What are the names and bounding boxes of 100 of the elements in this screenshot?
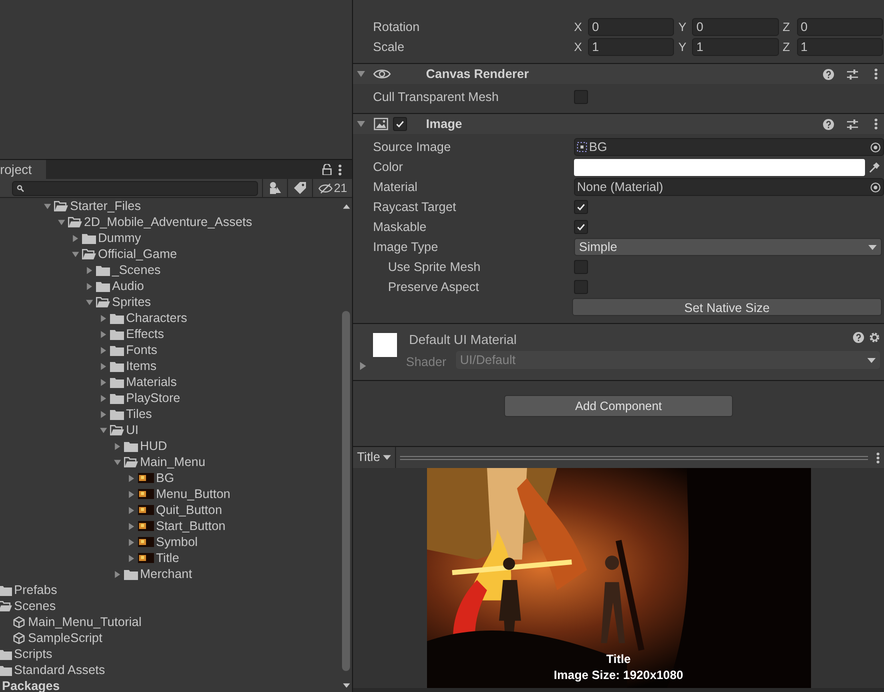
expand-arrow[interactable] [100, 362, 107, 370]
object-picker-icon[interactable] [870, 142, 881, 152]
more-options-icon[interactable] [338, 164, 342, 176]
number-field[interactable]: 1 [588, 38, 674, 56]
expand-arrow[interactable] [86, 266, 93, 274]
help-icon[interactable] [823, 68, 834, 80]
object-field[interactable]: None (Material) [574, 178, 884, 196]
tree-item[interactable]: Official_Game [98, 248, 177, 260]
sliders-icon[interactable] [847, 68, 858, 80]
tree-item[interactable]: UI [126, 424, 138, 436]
collapse-arrow[interactable] [114, 458, 121, 466]
tree-item[interactable]: Main_Menu [140, 456, 206, 468]
tree-item[interactable]: Fonts [126, 344, 158, 356]
number-field[interactable]: 0 [796, 18, 883, 36]
axis-label: Y [678, 39, 688, 56]
search-field[interactable] [12, 180, 258, 196]
collapse-arrow[interactable] [357, 70, 365, 78]
hidden-packages-toggle[interactable]: 21 [312, 179, 352, 197]
number-field[interactable]: 1 [692, 38, 779, 56]
expand-arrow[interactable] [128, 522, 135, 530]
tree-item[interactable]: Starter_Files [70, 200, 141, 212]
expand-arrow[interactable] [100, 346, 107, 354]
more-options-icon[interactable] [876, 452, 880, 464]
more-options-icon[interactable] [874, 118, 878, 130]
scroll-up-icon[interactable] [342, 204, 350, 209]
tree-item[interactable]: BG [156, 472, 174, 484]
expand-arrow[interactable] [100, 394, 107, 402]
property-label: Preserve Aspect [387, 278, 480, 296]
tree-item[interactable]: Dummy [98, 232, 142, 244]
expand-arrow[interactable] [128, 474, 135, 482]
eyedropper-icon[interactable] [869, 162, 880, 172]
expand-arrow[interactable] [100, 410, 107, 418]
collapse-arrow[interactable] [72, 250, 79, 258]
more-options-icon[interactable] [874, 68, 878, 80]
checkbox[interactable] [574, 260, 588, 274]
tree-item[interactable]: 2D_Mobile_Adventure_Assets [84, 216, 252, 228]
expand-arrow[interactable] [128, 554, 135, 562]
tree-item[interactable]: Audio [112, 280, 144, 292]
tree-item[interactable]: Start_Button [156, 520, 226, 532]
expand-arrow[interactable] [128, 538, 135, 546]
collapse-arrow[interactable] [58, 218, 65, 226]
tree-item[interactable]: Merchant [140, 568, 192, 580]
tree-item[interactable]: Effects [126, 328, 164, 340]
tree-item[interactable]: Title [156, 552, 180, 564]
scroll-down-icon[interactable] [342, 683, 350, 688]
project-tab[interactable]: roject [0, 160, 46, 179]
expand-arrow[interactable] [100, 330, 107, 338]
tree-item[interactable]: PlayStore [126, 392, 180, 404]
collapse-arrow[interactable] [100, 426, 107, 434]
collapse-arrow[interactable] [44, 202, 51, 210]
tree-item[interactable]: HUD [140, 440, 168, 452]
tree-item[interactable]: Standard Assets [14, 664, 106, 676]
tree-item[interactable]: Scripts [14, 648, 52, 660]
checkbox[interactable] [393, 117, 407, 131]
expand-arrow[interactable] [72, 234, 79, 242]
number-field[interactable]: 1 [796, 38, 883, 56]
tree-item[interactable]: Main_Menu_Tutorial [28, 616, 142, 628]
checkbox[interactable] [574, 90, 588, 104]
tree-item[interactable]: Characters [126, 312, 188, 324]
tree-item[interactable]: Tiles [126, 408, 152, 420]
tree-item[interactable]: SampleScript [28, 632, 102, 644]
component-header[interactable]: Image [353, 113, 884, 134]
help-icon[interactable] [853, 332, 864, 343]
expand-arrow[interactable] [100, 378, 107, 386]
expand-arrow[interactable] [128, 490, 135, 498]
tree-item[interactable]: Sprites [112, 296, 151, 308]
expand-arrow[interactable] [114, 570, 121, 578]
checkbox[interactable] [574, 220, 588, 234]
expand-arrow[interactable] [100, 314, 107, 322]
tree-item[interactable]: Symbol [156, 536, 198, 548]
help-icon[interactable] [823, 118, 834, 130]
checkbox[interactable] [574, 280, 588, 294]
eye-icon [373, 68, 391, 80]
color-field[interactable] [574, 158, 865, 176]
expand-arrow[interactable] [114, 442, 121, 450]
scrollbar-thumb[interactable] [342, 311, 350, 671]
checkbox[interactable] [574, 200, 588, 214]
lock-icon[interactable] [322, 164, 332, 175]
image-type-dropdown[interactable]: Simple [574, 238, 882, 256]
tree-item[interactable]: Prefabs [14, 584, 58, 596]
number-field[interactable]: 0 [692, 18, 779, 36]
object-picker-icon[interactable] [870, 182, 881, 192]
cube-icon [13, 616, 25, 628]
object-field[interactable]: BG [574, 138, 884, 156]
tree-item[interactable]: Items [126, 360, 157, 372]
collapse-arrow[interactable] [357, 120, 365, 128]
tree-item[interactable]: _Scenes [112, 264, 161, 276]
sliders-icon[interactable] [847, 118, 858, 130]
component-header[interactable]: Canvas Renderer [353, 63, 884, 84]
expand-arrow[interactable] [86, 282, 93, 290]
tree-item[interactable]: Menu_Button [156, 488, 230, 500]
expand-arrow[interactable] [128, 506, 135, 514]
tree-item[interactable]: Materials [126, 376, 177, 388]
tree-item[interactable]: Scenes [14, 600, 56, 612]
add-component-button[interactable]: Add Component [504, 395, 733, 417]
settings-icon[interactable] [869, 332, 880, 343]
collapse-arrow[interactable] [86, 298, 93, 306]
number-field[interactable]: 0 [588, 18, 674, 36]
set-native-size-button[interactable]: Set Native Size [572, 298, 882, 316]
tree-item[interactable]: Quit_Button [156, 504, 222, 516]
